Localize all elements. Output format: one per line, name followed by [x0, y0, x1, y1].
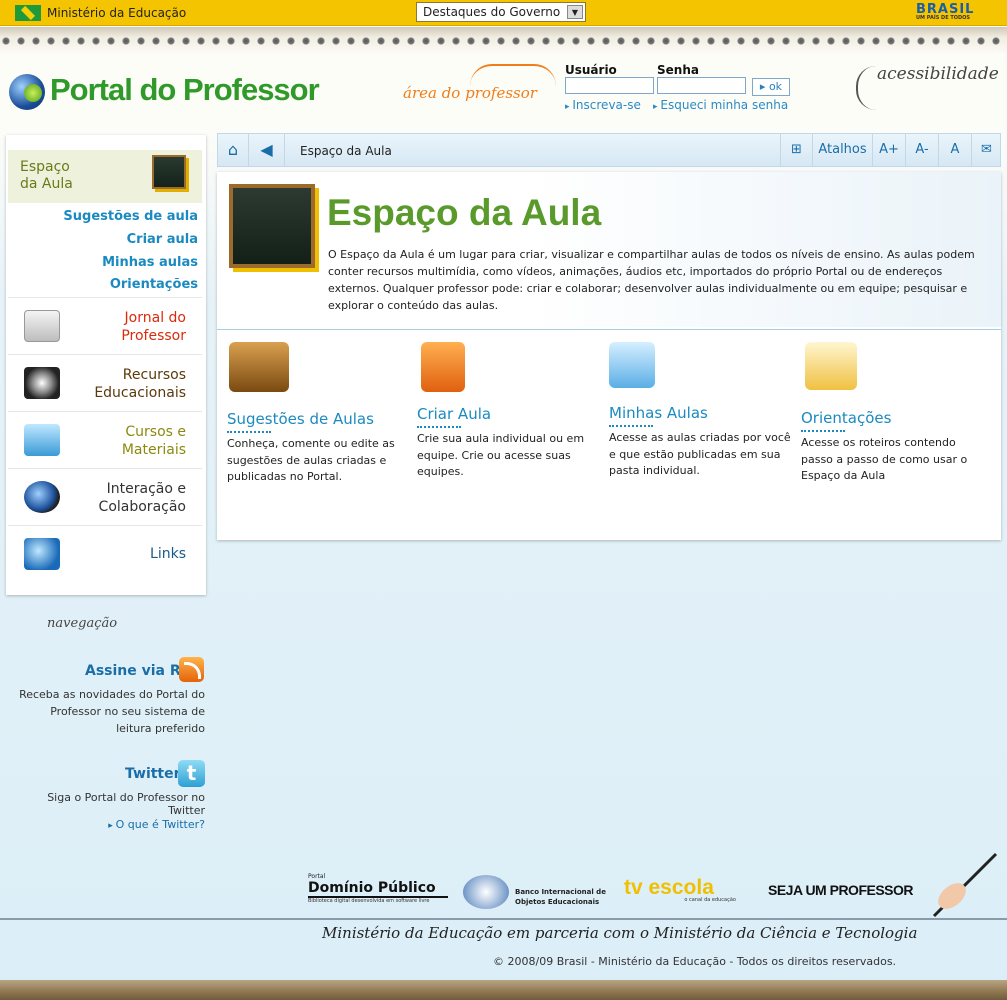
sidebar-item-label: Interação e Colaboração: [98, 481, 186, 515]
brazil-flag-icon: [15, 5, 41, 21]
subitem-orientacoes[interactable]: Orientações: [110, 277, 198, 292]
guide-icon[interactable]: [805, 342, 857, 390]
footer-divider: [0, 918, 1007, 920]
dominio-small: Portal: [308, 873, 326, 880]
area-arrow-decoration: [470, 64, 556, 86]
subitem-criar-aula[interactable]: Criar aula: [127, 232, 198, 247]
binding-holes: [0, 36, 1007, 46]
card-title-link[interactable]: Sugestões de Aulas: [227, 410, 374, 428]
subitem-sugestoes-aula[interactable]: Sugestões de aula: [63, 209, 198, 224]
twitter-icon[interactable]: t: [178, 760, 205, 787]
subitem-minhas-aulas[interactable]: Minhas aulas: [102, 255, 198, 270]
font-reset-button[interactable]: A: [938, 134, 971, 166]
globe-people-icon: [24, 481, 60, 513]
sidebar: Espaço da Aula Sugestões de aula Criar au…: [6, 135, 206, 595]
usuario-input[interactable]: [565, 77, 654, 94]
login-ok-button[interactable]: ▸ ok: [752, 78, 790, 96]
box-icon: [24, 424, 60, 456]
sidebar-active-label: Espaço da Aula: [20, 159, 73, 192]
card-description: Conheça, comente ou edite as sugestões d…: [227, 437, 395, 483]
card-title-link[interactable]: Minhas Aulas: [609, 404, 708, 422]
senha-input[interactable]: [657, 77, 746, 94]
font-decrease-button[interactable]: A-: [905, 134, 938, 166]
ok-label: ok: [768, 80, 783, 93]
sidebar-item-label: Recursos Educacionais: [94, 367, 186, 401]
navegacao-label: navegação: [47, 616, 118, 631]
main-content: Espaço da Aula O Espaço da Aula é um lug…: [217, 172, 1001, 540]
brasil-logo[interactable]: BRASIL UM PAÍS DE TODOS: [916, 2, 978, 22]
card-description: Crie sua aula individual ou em equipe. C…: [417, 432, 585, 478]
page-title: Espaço da Aula: [327, 192, 602, 233]
seja-professor-logo[interactable]: SEJA UM PROFESSOR: [768, 882, 914, 898]
folder-icon[interactable]: [609, 342, 655, 388]
tv-escola-logo[interactable]: tv escola o canal da educação: [624, 876, 736, 903]
page-intro: O Espaço da Aula é um lugar para criar, …: [328, 248, 975, 312]
wood-footer-decoration: [0, 980, 1007, 1000]
area-professor-label: área do professor: [403, 84, 537, 102]
senha-label: Senha: [657, 63, 699, 77]
sidebar-item-label: Links: [150, 546, 186, 562]
sidebar-item-recursos[interactable]: Recursos Educacionais: [8, 354, 202, 411]
sidebar-item-jornal[interactable]: Jornal do Professor: [8, 297, 202, 354]
what-is-twitter-link[interactable]: O que é Twitter?: [18, 818, 205, 831]
rss-description: Receba as novidades do Portal do Profess…: [19, 688, 205, 735]
newspaper-icon: [24, 310, 60, 342]
brasil-tagline: UM PAÍS DE TODOS: [916, 15, 971, 21]
card-title-link[interactable]: Orientações: [801, 409, 891, 427]
spiral-binding: [0, 27, 1007, 53]
back-arrow-icon[interactable]: ◀: [249, 134, 285, 166]
writing-hand-icon: [932, 852, 998, 918]
destaques-selected-value: Destaques do Governo: [423, 5, 561, 19]
portal-globe-icon[interactable]: [9, 74, 45, 110]
divider: [217, 329, 1001, 330]
bioe-globe-icon: [463, 875, 509, 909]
dotted-underline: [227, 431, 271, 433]
sidebar-item-label: Cursos e Materiais: [121, 424, 186, 458]
books-icon[interactable]: [229, 342, 289, 392]
inscreva-se-link[interactable]: Inscreva-se: [565, 98, 640, 112]
dotted-underline: [417, 426, 461, 428]
ministry-link[interactable]: Ministério da Educação: [47, 6, 186, 20]
dominio-text: Domínio Público: [308, 880, 448, 898]
card-title-link[interactable]: Criar Aula: [417, 405, 491, 423]
breadcrumb: ⌂ ◀ Espaço da Aula ⊞ Atalhos A+ A- A ✉: [217, 133, 1001, 167]
dominio-publico-logo[interactable]: Portal Domínio Público Biblioteca digita…: [308, 873, 448, 904]
chevron-down-icon[interactable]: ▼: [567, 5, 583, 19]
acessibilidade-link[interactable]: acessibilidade: [877, 64, 999, 84]
dotted-underline: [609, 425, 653, 427]
bioe-text: Banco Internacional de Objetos Educacion…: [515, 888, 606, 906]
mail-icon[interactable]: ✉: [971, 134, 1001, 166]
sidebar-item-interacao[interactable]: Interação e Colaboração: [8, 468, 202, 525]
acessibilidade-arrow-decoration: [856, 66, 876, 110]
parceria-text: Ministério da Educação em parceria com o…: [322, 924, 918, 942]
esqueci-senha-link[interactable]: Esqueci minha senha: [653, 98, 788, 112]
sidebar-item-links[interactable]: Links: [8, 525, 202, 582]
chalkboard-icon: [229, 184, 315, 268]
twitter-description: Siga o Portal do Professor no Twitter: [47, 791, 205, 817]
chalkboard-icon: [152, 155, 186, 189]
font-increase-button[interactable]: A+: [872, 134, 905, 166]
government-bar: Ministério da Educação Destaques do Gove…: [0, 0, 1007, 26]
card-description: Acesse os roteiros contendo passo a pass…: [801, 436, 968, 482]
create-book-icon[interactable]: [421, 342, 465, 392]
dominio-sub: Biblioteca digital desenvolvida em softw…: [308, 898, 430, 904]
rss-icon[interactable]: [179, 657, 204, 682]
destaques-select[interactable]: Destaques do Governo ▼: [416, 2, 586, 22]
speaker-icon: [24, 367, 60, 399]
home-icon[interactable]: ⌂: [218, 134, 249, 166]
sidebar-item-espaco-aula[interactable]: Espaço da Aula: [8, 150, 202, 203]
usuario-label: Usuário: [565, 63, 617, 77]
links-globe-icon: [24, 538, 60, 570]
atalhos-link[interactable]: Atalhos: [812, 134, 872, 166]
dotted-underline: [801, 430, 845, 432]
sitemap-icon[interactable]: ⊞: [780, 134, 812, 166]
portal-logo-text[interactable]: Portal do Professor: [50, 72, 320, 108]
sidebar-item-label: Jornal do Professor: [121, 310, 186, 344]
card-description: Acesse as aulas criadas por você e que e…: [609, 431, 791, 477]
breadcrumb-current: Espaço da Aula: [300, 144, 392, 158]
sidebar-item-cursos[interactable]: Cursos e Materiais: [8, 411, 202, 468]
copyright-text: © 2008/09 Brasil - Ministério da Educaçã…: [493, 955, 897, 968]
twitter-link[interactable]: Twitter: [125, 766, 181, 782]
